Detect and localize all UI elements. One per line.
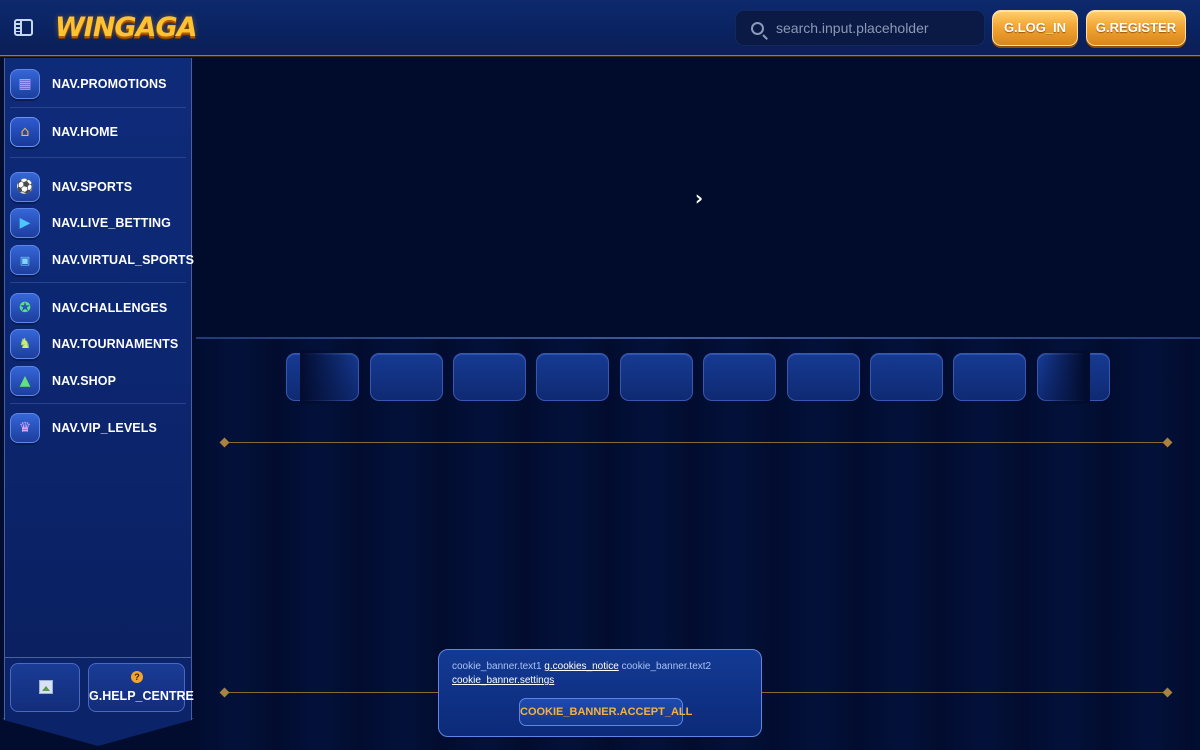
site-logo[interactable]: WINGAGA xyxy=(55,10,198,46)
category-tile[interactable] xyxy=(453,353,526,401)
sidebar-item-challenges[interactable]: ✪ NAV.CHALLENGES xyxy=(10,292,186,324)
tile-fade-right xyxy=(1040,350,1090,404)
category-tile[interactable] xyxy=(703,353,776,401)
sidebar-item-tournaments[interactable]: ♞ NAV.TOURNAMENTS xyxy=(10,328,186,360)
ticket-icon: ▣ xyxy=(10,245,40,275)
crown-icon: ♛ xyxy=(10,413,40,443)
question-icon: ? xyxy=(131,671,143,683)
sidebar-item-sports[interactable]: ⚽ NAV.SPORTS xyxy=(10,171,186,203)
sidebar-divider xyxy=(10,107,186,108)
search-box[interactable] xyxy=(735,10,985,46)
search-input[interactable] xyxy=(776,11,976,45)
cookie-banner-text: cookie_banner.text1 g.cookies_notice coo… xyxy=(452,660,752,688)
cookie-text-2: cookie_banner.text2 xyxy=(621,661,712,672)
cookie-text-1: cookie_banner.text1 xyxy=(452,661,542,672)
cookies-notice-link[interactable]: g.cookies_notice xyxy=(544,661,619,672)
sidebar-item-label: NAV.CHALLENGES xyxy=(52,301,168,315)
register-button[interactable]: G.REGISTER xyxy=(1086,10,1186,46)
help-centre-button[interactable]: ? G.HELP_CENTRE xyxy=(88,663,194,712)
trophy-icon: ♞ xyxy=(10,329,40,359)
help-centre-label: G.HELP_CENTRE xyxy=(89,689,194,703)
sidebar-item-label: NAV.SPORTS xyxy=(52,180,133,194)
sidebar-item-label: NAV.SHOP xyxy=(52,374,117,388)
category-tile[interactable] xyxy=(953,353,1026,401)
sidebar-item-label: NAV.PROMOTIONS xyxy=(52,77,167,91)
category-tile[interactable] xyxy=(870,353,943,401)
cookie-settings-link[interactable]: cookie_banner.settings xyxy=(452,675,554,686)
login-button[interactable]: G.LOG_IN xyxy=(992,10,1078,46)
sidebar-item-home[interactable]: ⌂ NAV.HOME xyxy=(10,116,186,148)
category-tile[interactable] xyxy=(620,353,693,401)
category-tile[interactable] xyxy=(787,353,860,401)
sidebar-toggle-icon[interactable] xyxy=(14,19,33,36)
gift-icon: ▦ xyxy=(10,69,40,99)
accept-all-cookies-button[interactable]: COOKIE_BANNER.ACCEPT_ALL xyxy=(519,698,692,726)
sidebar-item-label: NAV.TOURNAMENTS xyxy=(52,337,179,351)
search-icon xyxy=(751,22,764,35)
sidebar-divider xyxy=(10,157,186,158)
sidebar-item-label: NAV.LIVE_BETTING xyxy=(52,216,171,230)
sidebar-divider xyxy=(10,282,186,283)
sidebar-item-label: NAV.VIP_LEVELS xyxy=(52,421,157,435)
banner-divider xyxy=(196,337,1200,339)
sidebar-item-shop[interactable]: ▲ NAV.SHOP xyxy=(10,365,186,397)
shopping-bag-icon: ▲ xyxy=(10,366,40,396)
sidebar-item-label: NAV.HOME xyxy=(52,125,119,139)
home-icon: ⌂ xyxy=(10,117,40,147)
language-button[interactable] xyxy=(10,663,80,712)
top-header: WINGAGA G.LOG_IN G.REGISTER xyxy=(0,0,1200,56)
sidebar-item-label: NAV.VIRTUAL_SPORTS xyxy=(52,253,195,267)
play-icon: ▶ xyxy=(10,208,40,238)
chevron-right-icon[interactable]: › xyxy=(690,188,708,208)
sidebar-divider xyxy=(10,403,186,404)
tile-fade-left xyxy=(300,350,360,404)
category-tile[interactable] xyxy=(370,353,443,401)
section-divider xyxy=(224,442,1168,443)
sidebar-item-vip-levels[interactable]: ♛ NAV.VIP_LEVELS xyxy=(10,412,186,444)
category-tile[interactable] xyxy=(536,353,609,401)
sidebar-item-live-betting[interactable]: ▶ NAV.LIVE_BETTING xyxy=(10,207,186,239)
cookie-banner: cookie_banner.text1 g.cookies_notice coo… xyxy=(438,649,762,737)
sidebar-item-virtual-sports[interactable]: ▣ NAV.VIRTUAL_SPORTS xyxy=(10,244,194,276)
soccer-ball-icon: ⚽ xyxy=(10,172,40,202)
challenge-badge-icon: ✪ xyxy=(10,293,40,323)
flag-image-icon xyxy=(39,680,53,694)
sidebar-item-promotions[interactable]: ▦ NAV.PROMOTIONS xyxy=(10,68,186,100)
